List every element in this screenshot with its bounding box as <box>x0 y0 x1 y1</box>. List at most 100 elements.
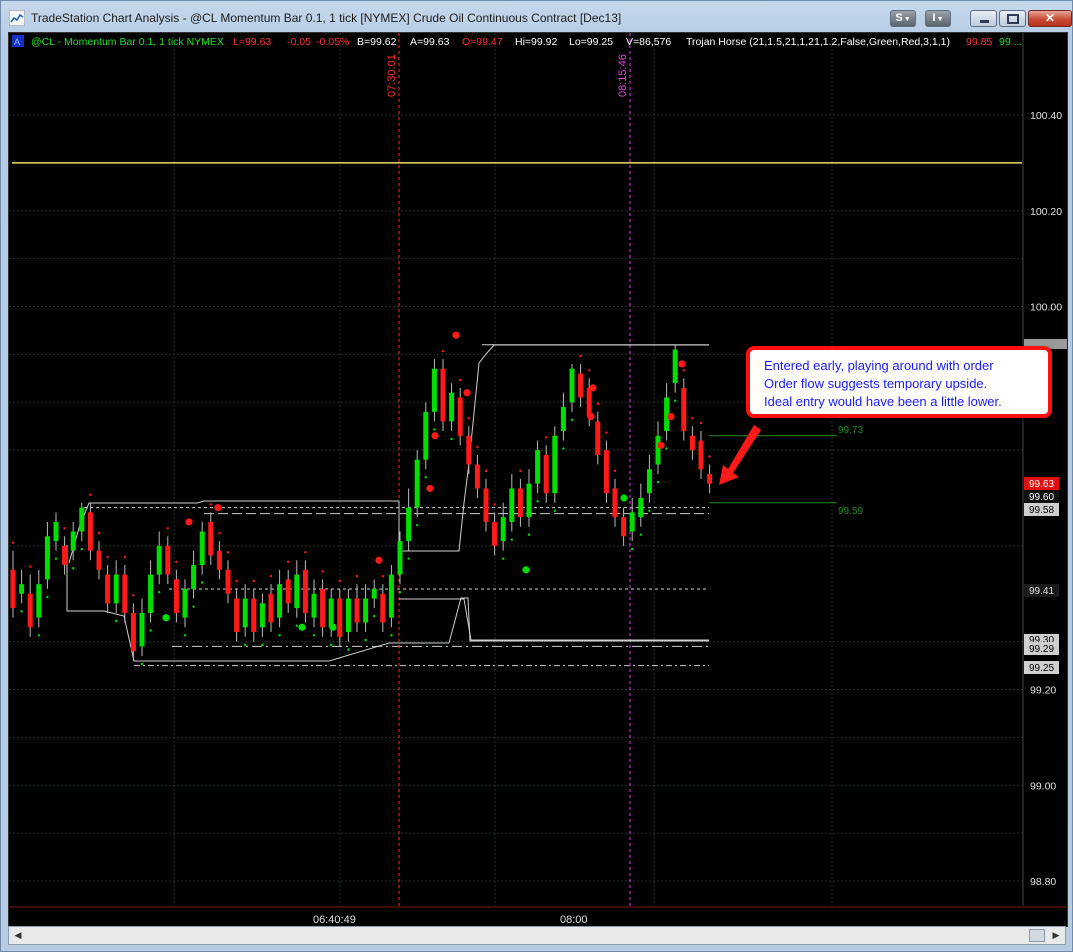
signal-dot-green-small <box>570 418 574 422</box>
signal-dot-red-small <box>97 531 101 535</box>
signal-dot-red-small <box>459 378 462 382</box>
status-bid: B=99.62 <box>357 36 397 48</box>
candle-down <box>492 521 498 546</box>
signal-dot-green-small <box>502 557 505 560</box>
scroll-right-icon[interactable]: ▶ <box>1048 928 1064 943</box>
signal-dot-red-small <box>596 402 599 406</box>
candle-up <box>449 392 455 422</box>
candle-down <box>105 574 111 604</box>
chart-area[interactable]: 07:30:01 08:15:46 100.40 100.20 100.00 99.2… <box>8 32 1068 927</box>
candle-up <box>423 411 429 460</box>
signal-dot-green-small <box>674 399 677 402</box>
minimize-button[interactable] <box>970 10 997 27</box>
indicators-button-label: I <box>932 12 936 24</box>
price-marker-9929-text: 99.29 <box>1029 644 1054 655</box>
grid-horizontal <box>9 114 1023 882</box>
candle-down <box>517 488 523 518</box>
indicator-trail-line-upper <box>68 344 709 564</box>
signal-dot-green-small <box>364 638 367 642</box>
candle-up <box>655 435 661 465</box>
signal-dot-red <box>657 441 665 449</box>
signal-dot-green-small <box>416 523 419 527</box>
candle-down <box>621 517 627 537</box>
candle-up <box>406 507 412 542</box>
candle-down <box>457 397 463 436</box>
candle-down <box>122 574 128 613</box>
signal-dot-green-small <box>527 533 531 536</box>
candle-up <box>259 603 265 628</box>
styles-menu-button[interactable]: S▼ <box>890 10 916 27</box>
signal-dot-red-small <box>175 560 178 564</box>
status-high: Hi=99.92 <box>515 36 557 48</box>
candle-down <box>96 550 102 570</box>
chevron-down-icon: ▼ <box>936 16 944 23</box>
level-label-upper: 99.73 <box>838 425 863 436</box>
candle-down <box>320 588 326 628</box>
candle-up <box>535 450 541 484</box>
candle-down <box>440 368 446 422</box>
candle-down <box>225 569 231 594</box>
maximize-button[interactable] <box>999 10 1026 27</box>
candle-up <box>569 368 575 403</box>
candle-down <box>285 579 291 604</box>
signal-dot-green-small <box>183 634 187 637</box>
minimize-icon <box>980 20 989 23</box>
candle-up <box>672 349 678 384</box>
candle-up <box>70 531 76 551</box>
candle-down <box>603 450 609 494</box>
price-tick: 98.80 <box>1030 876 1056 888</box>
signal-dot-green-small <box>398 590 402 594</box>
styles-button-label: S <box>895 12 903 24</box>
candle-up <box>526 483 532 518</box>
callout-arrow <box>719 425 761 485</box>
candle-down <box>380 593 386 623</box>
signal-dot-red-small <box>226 551 230 554</box>
signal-dot-red <box>185 518 193 526</box>
level-label-lower: 99.59 <box>838 506 863 517</box>
candle-up <box>363 598 369 623</box>
vertical-marker-label-2: 08:15:46 <box>617 54 629 97</box>
signal-dot-red-small <box>381 574 384 578</box>
price-chart[interactable]: 07:30:01 08:15:46 100.40 100.20 100.00 99.2… <box>9 33 1067 926</box>
candle-down <box>354 598 360 623</box>
candle-down <box>595 421 601 455</box>
status-change: -0.05 <box>287 36 311 48</box>
maximize-icon <box>1007 14 1019 24</box>
signal-dot-red-small <box>467 416 470 420</box>
signal-dot-green-small <box>192 605 195 608</box>
candle-down <box>251 598 257 633</box>
price-tick: 99.20 <box>1030 685 1056 697</box>
candle-down <box>268 593 274 623</box>
signal-dot-green-small <box>347 648 350 651</box>
status-open: O=99.47 <box>462 36 503 48</box>
signal-dot-green <box>522 566 530 574</box>
horizontal-scrollbar[interactable]: ◀ ▶ <box>8 926 1066 945</box>
candle-down <box>707 474 713 484</box>
signal-dot-red <box>678 360 686 368</box>
price-marker-last-text: 99.63 <box>1029 479 1054 490</box>
annotation-callout: Entered early, playing around with order… <box>746 346 1052 418</box>
price-tick: 99.00 <box>1030 780 1056 792</box>
candle-down <box>689 435 695 451</box>
candle-up <box>431 368 437 412</box>
signal-dot-green <box>329 623 337 631</box>
status-change-pct: -0.05% <box>316 36 349 48</box>
indicators-menu-button[interactable]: I▼ <box>925 10 951 27</box>
signal-dot-green <box>620 494 628 502</box>
window-title: TradeStation Chart Analysis - @CL Moment… <box>31 11 622 25</box>
signal-dot-red-small <box>89 493 92 496</box>
candle-down <box>337 598 343 637</box>
signal-dot-red-small <box>708 455 711 458</box>
candle-down <box>165 545 171 575</box>
scroll-thumb[interactable] <box>1029 929 1045 942</box>
signal-dot-red <box>431 432 439 440</box>
signal-dot-red-small <box>545 436 548 439</box>
scroll-left-icon[interactable]: ◀ <box>10 928 26 943</box>
price-marker-9960: 99.60 <box>1024 491 1059 503</box>
signal-dot-red-small <box>269 574 273 578</box>
signal-dot-red-small <box>321 570 324 573</box>
signal-dot-red-small <box>613 469 617 473</box>
signal-dot-red-small <box>588 369 591 372</box>
price-marker-9958-text: 99.58 <box>1029 505 1054 516</box>
close-button[interactable]: ✕ <box>1028 10 1072 27</box>
